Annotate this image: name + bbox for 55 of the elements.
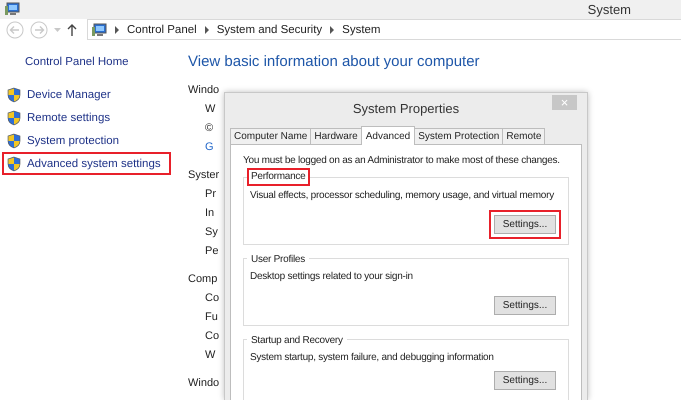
- group-title: Performance: [247, 168, 310, 186]
- info-text: Co: [205, 329, 220, 344]
- back-button[interactable]: [6, 20, 24, 39]
- breadcrumb[interactable]: Control Panel: [127, 24, 197, 36]
- breadcrumb[interactable]: System and Security: [216, 24, 322, 36]
- sidebar-link[interactable]: Remote settings: [2, 106, 120, 129]
- window-title: System: [588, 2, 631, 17]
- info-text: W: [205, 348, 216, 363]
- page-heading: View basic information about your computer: [188, 52, 481, 72]
- tab[interactable]: Hardware: [310, 128, 362, 144]
- settings-button[interactable]: Settings...: [494, 296, 556, 315]
- computer-icon: [91, 22, 107, 37]
- info-text: Pe: [205, 244, 218, 259]
- info-text: ©: [205, 121, 214, 136]
- info-text: In: [205, 206, 214, 221]
- shield-icon: [7, 110, 21, 126]
- chevron-right-icon: [204, 26, 210, 34]
- tab[interactable]: Advanced: [360, 126, 416, 145]
- sidebar-link[interactable]: Device Manager: [2, 83, 121, 106]
- section-title: Windo: [188, 376, 220, 391]
- section-title: Syster: [188, 168, 220, 183]
- forward-button[interactable]: [30, 20, 48, 39]
- info-text: Pr: [205, 187, 216, 202]
- group-description: Desktop settings related to your sign-in: [250, 270, 414, 284]
- section-title: Comp: [188, 272, 218, 287]
- chevron-right-icon: [114, 26, 120, 34]
- control-panel-home-link[interactable]: Control Panel Home: [25, 53, 129, 71]
- up-arrow-icon: [67, 24, 77, 36]
- info-text: W: [205, 102, 216, 117]
- group-description: Visual effects, processor scheduling, memory usage, and virtual memory: [250, 189, 556, 203]
- history-dropdown-button[interactable]: [54, 28, 61, 32]
- sidebar-link[interactable]: Advanced system settings: [2, 152, 171, 175]
- shield-icon: [7, 86, 21, 102]
- dialog-title: System Properties: [352, 100, 460, 116]
- tab[interactable]: Remote: [502, 128, 546, 144]
- settings-button[interactable]: Settings...: [494, 371, 556, 390]
- info-link[interactable]: G: [205, 138, 214, 157]
- sidebar-link[interactable]: System protection: [2, 129, 130, 152]
- info-text: Co: [205, 291, 220, 306]
- info-text: Fu: [205, 310, 218, 325]
- chevron-right-icon: [329, 26, 336, 34]
- breadcrumb[interactable]: System: [342, 24, 380, 36]
- up-button[interactable]: [67, 24, 77, 36]
- info-text: Sy: [205, 225, 218, 240]
- tab[interactable]: Computer Name: [230, 128, 312, 144]
- address-bar[interactable]: Control Panel System and Security System: [87, 19, 681, 40]
- caret-down-icon: [54, 28, 61, 32]
- settings-button[interactable]: Settings...: [494, 215, 556, 234]
- tab[interactable]: System Protection: [414, 128, 504, 144]
- shield-icon: [7, 156, 21, 172]
- computer-icon: [4, 2, 20, 16]
- shield-icon: [7, 132, 21, 148]
- section-title: Windo: [188, 83, 220, 98]
- group-description: System startup, system failure, and debugging information: [250, 351, 495, 365]
- admin-notice: You must be logged on as an Administrator to make most of these changes.: [243, 154, 561, 168]
